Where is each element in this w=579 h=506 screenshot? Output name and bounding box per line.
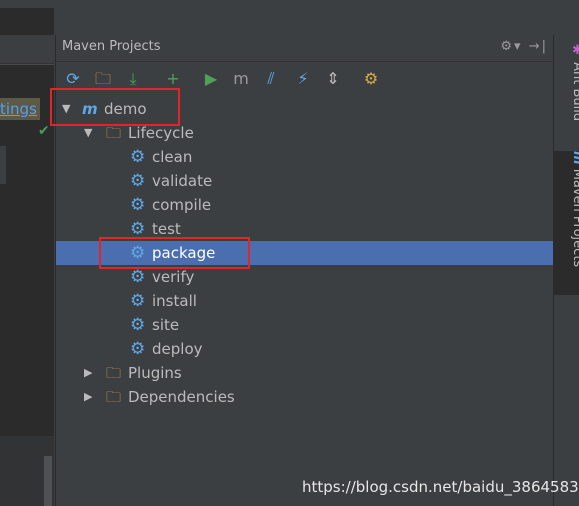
gear-icon: ⚙ xyxy=(130,195,146,215)
gear-icon: ⚙ xyxy=(130,171,146,191)
tree-node-plugins[interactable]: ▶ 🗀 Plugins xyxy=(56,361,554,385)
editor-pane xyxy=(0,8,54,506)
generate-sources-icon[interactable]: 🗀 xyxy=(92,68,114,90)
add-icon[interactable]: + xyxy=(162,68,184,90)
tree-node-goal[interactable]: ⚙ deploy xyxy=(56,337,554,361)
maven-projects-tab[interactable]: m Maven Projects xyxy=(554,151,579,295)
gear-icon: ⚙ xyxy=(130,339,146,359)
skip-tests-icon[interactable]: ⚡ xyxy=(292,68,314,90)
editor-bottom-area xyxy=(0,436,54,506)
tree-label: clean xyxy=(152,148,193,166)
ant-build-tab[interactable]: ✱ Ant Build xyxy=(554,43,579,143)
download-icon[interactable]: ⤓ xyxy=(122,68,144,90)
gear-icon: ⚙ xyxy=(130,291,146,311)
folder-chart-icon: 🗀 xyxy=(106,388,122,406)
execute-goal-icon[interactable]: m xyxy=(230,68,252,90)
tree-label: validate xyxy=(152,172,213,190)
divider xyxy=(0,64,54,65)
ant-build-label: Ant Build xyxy=(570,62,579,122)
highlight-box-package xyxy=(99,237,250,269)
editor-gutter-block xyxy=(0,146,6,184)
tree-node-goal[interactable]: ⚙ validate xyxy=(56,169,554,193)
collapse-all-icon[interactable]: ⇕ xyxy=(322,68,344,90)
tree-label: install xyxy=(152,292,197,310)
gear-icon[interactable]: ⚙▾ xyxy=(500,39,522,54)
tree-node-goal[interactable]: ⚙ clean xyxy=(56,145,554,169)
panel-header: Maven Projects ⚙▾ →| xyxy=(56,35,554,62)
tree-label: deploy xyxy=(152,340,203,358)
collapse-arrow-icon[interactable]: ▶ xyxy=(84,361,92,385)
highlight-box-demo xyxy=(50,88,180,126)
maven-projects-label: Maven Projects xyxy=(570,168,579,268)
top-strip xyxy=(0,0,579,8)
ant-icon: ✱ xyxy=(570,43,579,58)
editor-tab-bar xyxy=(0,35,54,64)
tree-label: compile xyxy=(152,196,212,214)
hide-icon[interactable]: →| xyxy=(529,39,548,54)
scrollbar[interactable] xyxy=(44,456,52,506)
tree-label: Plugins xyxy=(128,364,182,382)
collapse-arrow-icon[interactable]: ▶ xyxy=(84,385,92,409)
tree-label: site xyxy=(152,316,180,334)
header-icons: ⚙▾ →| xyxy=(500,39,548,54)
reimport-icon[interactable]: ⟳ xyxy=(62,68,84,90)
run-icon[interactable]: ▶ xyxy=(200,68,222,90)
tree-label: Dependencies xyxy=(128,388,235,406)
panel-title: Maven Projects xyxy=(62,39,161,54)
project-tree: ▼ m demo ▼ 🗀 Lifecycle ⚙ clean ⚙ validate ⚙ c… xyxy=(56,95,554,495)
maven-icon: m xyxy=(570,151,579,165)
gear-icon: ⚙ xyxy=(130,315,146,335)
gear-icon: ⚙ xyxy=(130,147,146,167)
check-icon: ✔ xyxy=(38,123,50,139)
settings-link[interactable]: tings xyxy=(0,98,40,120)
watermark: https://blog.csdn.net/baidu_38645830 xyxy=(302,478,579,496)
settings-icon[interactable]: ⚙ xyxy=(360,68,382,90)
tree-node-goal[interactable]: ⚙ site xyxy=(56,313,554,337)
folder-icon: 🗀 xyxy=(106,364,122,382)
tree-node-goal[interactable]: ⚙ compile xyxy=(56,193,554,217)
tree-node-dependencies[interactable]: ▶ 🗀 Dependencies xyxy=(56,385,554,409)
right-tool-strip: ✱ Ant Build m Maven Projects xyxy=(553,35,579,506)
toggle-offline-icon[interactable]: ⫽ xyxy=(260,68,282,90)
tree-node-goal[interactable]: ⚙ install xyxy=(56,289,554,313)
